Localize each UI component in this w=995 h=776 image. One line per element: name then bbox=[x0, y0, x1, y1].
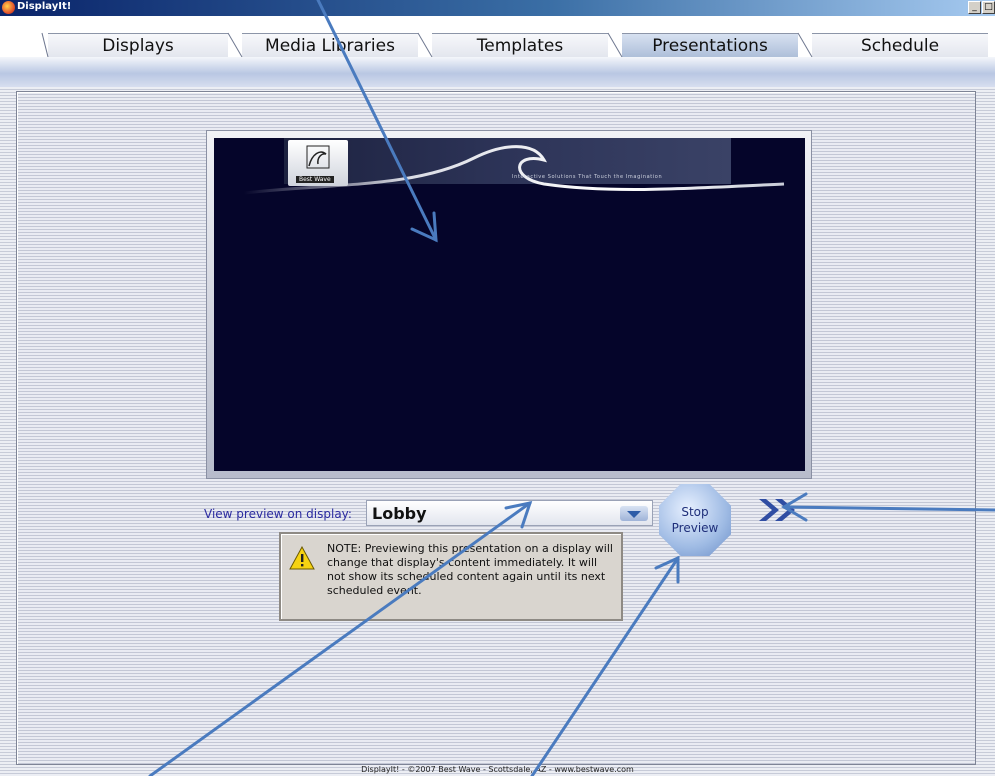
title-bar: DisplayIt! _ □ bbox=[0, 0, 995, 16]
maximize-button[interactable]: □ bbox=[982, 1, 995, 14]
note-box: NOTE: Previewing this presentation on a … bbox=[279, 532, 623, 621]
footer: DisplayIt! - ©2007 Best Wave - Scottsdal… bbox=[361, 765, 634, 774]
chevron-down-icon[interactable] bbox=[620, 506, 648, 521]
app-title: DisplayIt! bbox=[17, 1, 72, 12]
minimize-button[interactable]: _ bbox=[968, 1, 981, 14]
app-icon bbox=[2, 1, 15, 14]
header-band bbox=[0, 57, 995, 87]
window-controls: _ □ bbox=[968, 1, 995, 14]
banner-tagline: Interactive Solutions That Touch the Ima… bbox=[512, 174, 663, 180]
tab-separators bbox=[41, 32, 813, 58]
logo-text: Best Wave bbox=[296, 176, 334, 183]
warning-icon bbox=[289, 546, 315, 570]
stop-preview-line1: Stop bbox=[681, 505, 709, 519]
note-text: NOTE: Previewing this presentation on a … bbox=[327, 542, 613, 597]
display-select-value: Lobby bbox=[372, 504, 427, 523]
stop-preview-line2: Preview bbox=[671, 521, 719, 535]
display-select[interactable]: Lobby bbox=[366, 500, 653, 526]
view-preview-label: View preview on display: bbox=[204, 507, 352, 521]
preview-screen bbox=[214, 138, 805, 471]
double-chevron-right-icon[interactable] bbox=[756, 495, 806, 525]
tab-strip: Displays Media Libraries Templates Prese… bbox=[0, 16, 995, 60]
